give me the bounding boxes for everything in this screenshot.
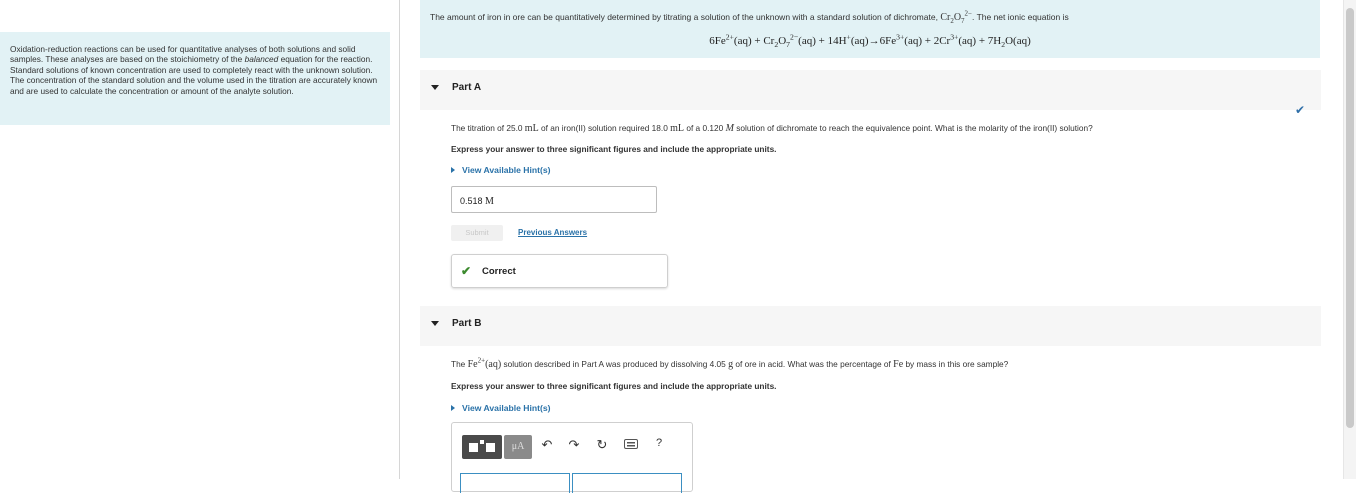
- intro-panel: Oxidation-reduction reactions can be use…: [0, 32, 390, 125]
- part-a-instruction: Express your answer to three significant…: [451, 144, 777, 154]
- part-a-question-3: of a 0.120: [684, 123, 726, 133]
- part-a-question-4: solution of dichromate to reach the equi…: [733, 123, 1093, 133]
- answer-editor: μA ↶ ↷ ↻ ?: [451, 422, 693, 493]
- problem-text-after: . The net ionic equation is: [972, 12, 1069, 22]
- part-b-question-1: The: [451, 359, 468, 369]
- part-a-hint-label: View Available Hint(s): [462, 165, 551, 175]
- expand-triangle-icon: [451, 405, 455, 411]
- templates-icon[interactable]: [462, 435, 502, 459]
- value-input[interactable]: [460, 473, 570, 493]
- part-a-answer-field[interactable]: 0.518 M: [451, 186, 657, 213]
- part-b-question: The Fe2+(aq) solution described in Part …: [451, 356, 1009, 370]
- undo-icon[interactable]: ↶: [538, 437, 556, 453]
- unit-input[interactable]: [572, 473, 682, 493]
- part-b-title: Part B: [452, 318, 482, 329]
- part-a-question-1: The titration of 25.0: [451, 123, 525, 133]
- redo-icon[interactable]: ↷: [565, 437, 583, 453]
- part-a-title: Part A: [452, 82, 482, 93]
- expand-triangle-icon: [451, 167, 455, 173]
- intro-text-italic: balanced: [244, 54, 279, 65]
- part-b-question-2: solution described in Part A was produce…: [501, 359, 729, 369]
- feedback-box: ✔ Correct: [451, 254, 668, 288]
- problem-text: The amount of iron in ore can be quantit…: [430, 9, 1069, 25]
- correct-check-icon: ✔: [461, 264, 472, 278]
- part-a-question: The titration of 25.0 mL of an iron(II) …: [451, 123, 1093, 134]
- unit-ml-2: mL: [670, 123, 685, 134]
- previous-answers-link[interactable]: Previous Answers: [518, 228, 587, 237]
- feedback-label: Correct: [482, 266, 516, 277]
- part-b-question-3: of ore in acid. What was the percentage …: [733, 359, 894, 369]
- panel-divider: [399, 0, 400, 479]
- answer-unit: M: [485, 196, 494, 207]
- part-b-question-4: by mass in this ore sample?: [903, 359, 1009, 369]
- unit-molar: M: [725, 123, 734, 134]
- element-fe: Fe: [893, 359, 904, 370]
- part-complete-check-icon: ✔: [1295, 103, 1306, 117]
- collapse-caret-icon[interactable]: [431, 321, 439, 326]
- units-icon[interactable]: μA: [504, 435, 532, 459]
- part-a-header[interactable]: Part A: [420, 70, 1321, 110]
- net-ionic-equation: 6Fe2+(aq) + Cr2O72−(aq) + 14H+(aq)→6Fe3+…: [709, 32, 1031, 50]
- part-b-hint-label: View Available Hint(s): [462, 403, 551, 413]
- part-b-hint-link[interactable]: View Available Hint(s): [451, 403, 551, 413]
- part-b-instruction: Express your answer to three significant…: [451, 381, 777, 391]
- part-b-header[interactable]: Part B: [420, 306, 1321, 346]
- part-a-question-2: of an iron(II) solution required 18.0: [538, 123, 671, 133]
- problem-statement: The amount of iron in ore can be quantit…: [420, 0, 1320, 58]
- help-icon[interactable]: ?: [650, 437, 668, 449]
- submit-button[interactable]: Submit: [451, 225, 503, 241]
- problem-text-before: The amount of iron in ore can be quantit…: [430, 12, 941, 22]
- scrollbar[interactable]: [1343, 0, 1356, 479]
- part-a-hint-link[interactable]: View Available Hint(s): [451, 165, 551, 175]
- unit-ml-1: mL: [524, 123, 539, 134]
- keyboard-icon[interactable]: [622, 437, 640, 452]
- answer-number: 0.518: [460, 196, 483, 206]
- iron-ion-formula: Fe2+(aq): [467, 356, 502, 370]
- dichromate-formula: Cr2O72−: [940, 9, 972, 25]
- collapse-caret-icon[interactable]: [431, 85, 439, 90]
- scrollbar-thumb[interactable]: [1346, 8, 1354, 428]
- reset-icon[interactable]: ↻: [593, 437, 611, 453]
- answer-input-fields: [460, 473, 682, 493]
